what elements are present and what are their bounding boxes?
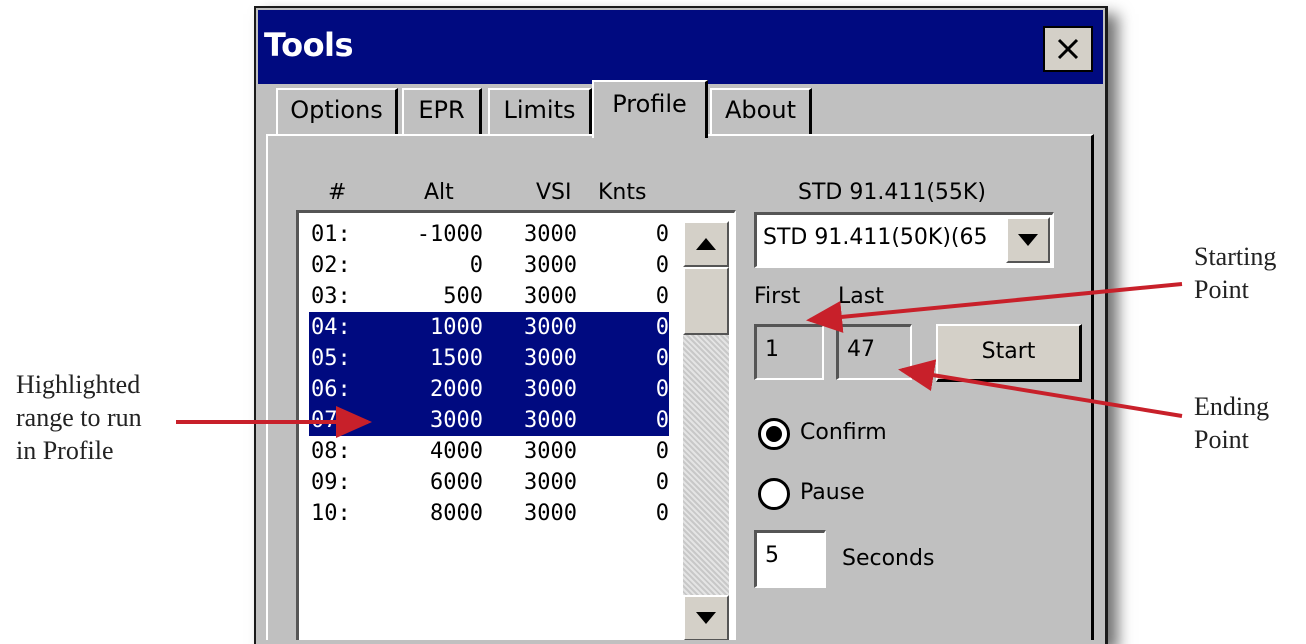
- annotation-line: Starting: [1194, 242, 1277, 271]
- cell-knts: 0: [655, 284, 669, 309]
- cell-vsi: 3000: [524, 222, 577, 247]
- cell-num: 03:: [311, 284, 351, 309]
- table-row[interactable]: 09: 6000 3000 0: [309, 467, 669, 498]
- cell-alt: 500: [443, 284, 483, 309]
- cell-num: 08:: [311, 439, 351, 464]
- cell-num: 01:: [311, 222, 351, 247]
- annotation-highlighted: Highlighted range to run in Profile: [16, 368, 142, 467]
- tab-profile[interactable]: Profile: [592, 80, 708, 138]
- table-row[interactable]: 08: 4000 3000 0: [309, 436, 669, 467]
- confirm-radio[interactable]: [758, 418, 790, 450]
- scroll-thumb[interactable]: [683, 267, 729, 335]
- cell-alt: -1000: [416, 222, 483, 247]
- pause-radio[interactable]: [758, 478, 790, 510]
- triangle-down-icon: [696, 612, 716, 624]
- radio-selected-dot: [766, 426, 782, 442]
- cell-num: 09:: [311, 470, 351, 495]
- close-icon: [1057, 38, 1079, 60]
- tab-epr[interactable]: EPR: [402, 88, 482, 134]
- seconds-field[interactable]: 5: [754, 530, 826, 588]
- cell-alt: 1000: [430, 315, 483, 340]
- cell-alt: 0: [469, 253, 483, 278]
- active-tab-joint: [594, 133, 705, 138]
- cell-knts: 0: [655, 408, 669, 433]
- tab-limits[interactable]: Limits: [488, 88, 592, 134]
- table-row[interactable]: 04: 1000 3000 0: [309, 312, 669, 343]
- table-row[interactable]: 03: 500 3000 0: [309, 281, 669, 312]
- cell-num: 05:: [311, 346, 351, 371]
- start-button[interactable]: Start: [936, 324, 1082, 382]
- cell-knts: 0: [655, 470, 669, 495]
- window-title: Tools: [264, 26, 354, 64]
- col-header-knts: Knts: [598, 180, 647, 205]
- confirm-label: Confirm: [800, 420, 887, 445]
- cell-vsi: 3000: [524, 253, 577, 278]
- profile-select[interactable]: STD 91.411(50K)(65: [754, 212, 1054, 268]
- pause-label: Pause: [800, 480, 865, 505]
- cell-vsi: 3000: [524, 284, 577, 309]
- annotation-line: Ending: [1194, 392, 1270, 421]
- cell-num: 06:: [311, 377, 351, 402]
- cell-alt: 3000: [430, 408, 483, 433]
- cell-knts: 0: [655, 253, 669, 278]
- cell-num: 04:: [311, 315, 351, 340]
- last-field[interactable]: 47: [836, 324, 912, 380]
- cell-alt: 6000: [430, 470, 483, 495]
- tab-options[interactable]: Options: [276, 88, 398, 134]
- cell-vsi: 3000: [524, 470, 577, 495]
- cell-knts: 0: [655, 439, 669, 464]
- title-bar: Tools: [258, 10, 1103, 84]
- vertical-scrollbar[interactable]: [683, 221, 729, 640]
- scroll-down-button[interactable]: [683, 595, 729, 640]
- cell-knts: 0: [655, 315, 669, 340]
- annotation-line: in Profile: [16, 436, 114, 465]
- annotation-starting-point: Starting Point: [1194, 240, 1276, 306]
- cell-knts: 0: [655, 346, 669, 371]
- table-row[interactable]: 02: 0 3000 0: [309, 250, 669, 281]
- table-row[interactable]: 05: 1500 3000 0: [309, 343, 669, 374]
- cell-num: 10:: [311, 501, 351, 526]
- dropdown-button[interactable]: [1006, 217, 1050, 263]
- profile-listbox[interactable]: 01: -1000 3000 0 02: 0 3000 0 03: 500 3000 0 04: 1000…: [296, 210, 736, 640]
- profile-name-label: STD 91.411(55K): [798, 180, 986, 205]
- annotation-line: Highlighted: [16, 370, 141, 399]
- cell-num: 02:: [311, 253, 351, 278]
- cell-vsi: 3000: [524, 439, 577, 464]
- annotation-line: range to run: [16, 403, 142, 432]
- col-header-vsi: VSI: [536, 180, 572, 205]
- cell-vsi: 3000: [524, 408, 577, 433]
- cell-alt: 2000: [430, 377, 483, 402]
- cell-vsi: 3000: [524, 377, 577, 402]
- annotation-line: Point: [1194, 425, 1249, 454]
- cell-alt: 1500: [430, 346, 483, 371]
- cell-alt: 8000: [430, 501, 483, 526]
- annotation-line: Point: [1194, 275, 1249, 304]
- triangle-up-icon: [696, 238, 716, 250]
- first-field[interactable]: 1: [754, 324, 824, 380]
- table-row[interactable]: 01: -1000 3000 0: [309, 219, 669, 250]
- cell-vsi: 3000: [524, 346, 577, 371]
- cell-alt: 4000: [430, 439, 483, 464]
- col-header-alt: Alt: [424, 180, 454, 205]
- table-row[interactable]: 10: 8000 3000 0: [309, 498, 669, 529]
- cell-num: 07:: [311, 408, 351, 433]
- first-label: First: [754, 284, 801, 309]
- table-row[interactable]: 06: 2000 3000 0: [309, 374, 669, 405]
- col-header-num: #: [328, 180, 347, 205]
- annotation-ending-point: Ending Point: [1194, 390, 1269, 456]
- cell-knts: 0: [655, 377, 669, 402]
- seconds-label: Seconds: [842, 546, 935, 571]
- scroll-up-button[interactable]: [683, 221, 729, 267]
- close-button[interactable]: [1043, 26, 1093, 72]
- cell-knts: 0: [655, 222, 669, 247]
- chevron-down-icon: [1018, 234, 1038, 246]
- cell-vsi: 3000: [524, 501, 577, 526]
- last-label: Last: [838, 284, 884, 309]
- profile-select-value: STD 91.411(50K)(65: [763, 225, 988, 250]
- tab-about[interactable]: About: [710, 88, 812, 134]
- cell-knts: 0: [655, 501, 669, 526]
- cell-vsi: 3000: [524, 315, 577, 340]
- table-row[interactable]: 07: 3000 3000 0: [309, 405, 669, 436]
